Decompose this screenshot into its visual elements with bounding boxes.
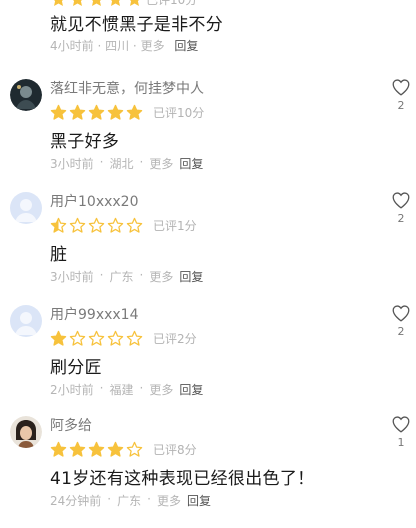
avatar[interactable]	[10, 416, 42, 448]
comment-region: 广东	[109, 270, 134, 284]
star-rating: 已评8分	[50, 441, 197, 458]
rating-score: 已评10分	[146, 0, 198, 7]
comment-time: 24分钟前	[50, 494, 102, 508]
avatar[interactable]	[10, 192, 42, 224]
star-icon	[126, 330, 143, 346]
comment-item: 用户99xxx14 已评2分 刷分匠 2小时前 · 福建 · 更多 回复 2	[0, 305, 416, 417]
star-icon	[129, 0, 140, 7]
username[interactable]: 阿多给	[50, 415, 92, 435]
more-link[interactable]: 更多	[149, 381, 173, 398]
more-link[interactable]: 更多	[141, 39, 165, 53]
star-rating: 已评2分	[50, 330, 197, 347]
comment-text: 脏	[50, 245, 68, 265]
comment-item: 阿多给 已评8分 41岁还有这种表现已经很出色了！ 24分钟前 · 广东 · 更多 …	[0, 416, 416, 528]
reply-button[interactable]: 回复	[174, 39, 198, 53]
star-icon	[107, 330, 124, 346]
like-count: 2	[397, 325, 405, 338]
star-icon	[69, 441, 86, 457]
comment-region: 福建	[109, 383, 134, 397]
star-icon	[107, 104, 124, 120]
reply-button[interactable]: 回复	[179, 381, 203, 398]
like-button[interactable]: 1	[390, 415, 412, 449]
comment-time: 3小时前	[50, 270, 94, 284]
more-link[interactable]: 更多	[157, 492, 181, 509]
more-link[interactable]: 更多	[149, 155, 173, 172]
rating-score: 已评10分	[153, 106, 205, 120]
rating-score: 已评1分	[153, 219, 197, 233]
comment-region: 四川	[105, 39, 130, 53]
star-icon	[69, 330, 86, 346]
star-icon	[53, 0, 64, 7]
rating-score: 已评8分	[153, 443, 197, 457]
reply-button[interactable]: 回复	[179, 155, 203, 172]
user-silhouette-icon	[15, 199, 37, 222]
star-icon	[126, 441, 143, 457]
star-icon	[107, 217, 124, 233]
comment-text: 41岁还有这种表现已经很出色了！	[50, 469, 315, 489]
star-icon	[50, 330, 67, 346]
star-rating: 已评10分	[50, 104, 204, 121]
like-count: 2	[397, 99, 405, 112]
username[interactable]: 用户99xxx14	[50, 304, 138, 324]
comment-item: 用户10xxx20 已评1分 脏 3小时前 · 广东 · 更多 回复 2	[0, 192, 416, 304]
comment-region: 广东	[117, 494, 142, 508]
heart-icon	[392, 305, 410, 322]
rating-score: 已评2分	[153, 332, 197, 346]
like-button[interactable]: 2	[390, 191, 412, 225]
star-icon	[72, 0, 83, 7]
comment-text: 就见不惯黑子是非不分	[50, 15, 223, 35]
star-icon	[50, 441, 67, 457]
comment-meta: 3小时前 · 广东 · 更多 回复	[50, 268, 204, 285]
heart-icon	[392, 192, 410, 209]
star-icon	[88, 104, 105, 120]
star-icon	[88, 330, 105, 346]
star-rating	[50, 0, 143, 8]
username[interactable]: 用户10xxx20	[50, 191, 138, 211]
comment-text: 刷分匠	[50, 358, 102, 378]
heart-icon	[392, 79, 410, 96]
reply-button[interactable]: 回复	[187, 492, 211, 509]
comment-meta: 2小时前 · 福建 · 更多 回复	[50, 381, 204, 398]
more-link[interactable]: 更多	[149, 268, 173, 285]
like-button[interactable]: 2	[390, 304, 412, 338]
star-icon	[110, 0, 121, 7]
star-icon	[126, 104, 143, 120]
star-icon	[88, 217, 105, 233]
comment-meta: 3小时前 · 湖北 · 更多 回复	[50, 155, 204, 172]
avatar[interactable]	[10, 305, 42, 337]
heart-icon	[392, 416, 410, 433]
user-silhouette-icon	[15, 312, 37, 335]
star-icon	[88, 441, 105, 457]
like-button[interactable]: 2	[390, 78, 412, 112]
comment-time: 4小时前	[50, 39, 94, 53]
star-icon	[50, 217, 67, 233]
like-count: 2	[397, 212, 405, 225]
username[interactable]: 落红非无意，何挂梦中人	[50, 78, 204, 98]
star-rating: 已评1分	[50, 217, 197, 234]
comment-item: 落红非无意，何挂梦中人 已评10分 黑子好多 3小时前 · 湖北 · 更多 回复 2	[0, 79, 416, 191]
comment-time: 2小时前	[50, 383, 94, 397]
comment-region: 湖北	[109, 157, 134, 171]
star-icon	[50, 104, 67, 120]
like-count: 1	[397, 436, 405, 449]
comment-meta: 4小时前 · 四川 · 更多 回复	[50, 39, 199, 53]
star-icon	[107, 441, 124, 457]
partial-comment: 已评10分 就见不惯黑子是非不分 4小时前 · 四川 · 更多 回复	[0, 0, 416, 60]
comment-text: 黑子好多	[50, 132, 120, 152]
star-icon	[91, 0, 102, 7]
comment-meta: 24分钟前 · 广东 · 更多 回复	[50, 492, 211, 509]
star-icon	[126, 217, 143, 233]
comment-time: 3小时前	[50, 157, 94, 171]
star-icon	[69, 217, 86, 233]
star-icon	[69, 104, 86, 120]
reply-button[interactable]: 回复	[179, 268, 203, 285]
avatar[interactable]	[10, 79, 42, 111]
